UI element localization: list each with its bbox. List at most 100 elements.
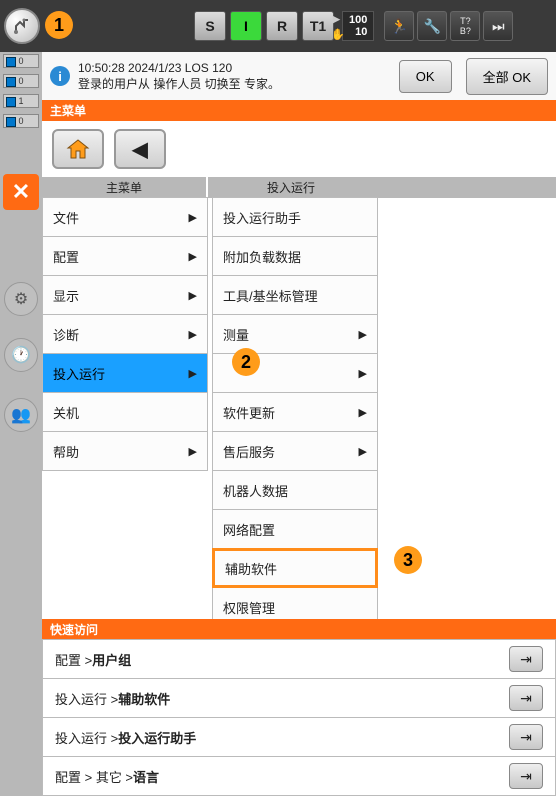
annotation-2: 2 [232,348,260,376]
mode-t1[interactable]: T1 [302,11,334,41]
mode-s[interactable]: S [194,11,226,41]
quick-prefix: 配置 > 其它 > [55,767,133,786]
mode-i[interactable]: I [230,11,262,41]
menu1-item-5[interactable]: 关机 [42,392,208,432]
chevron-right-icon: ▶ [359,367,367,380]
col-header-commission: 投入运行 [208,177,374,198]
menu-col-1: 文件▶配置▶显示▶诊断▶投入运行▶关机帮助▶ [42,198,208,619]
annotation-1: 1 [45,11,73,39]
info-text: 10:50:28 2024/1/23 LOS 120 登录的用户从 操作人员 切… [78,60,280,92]
quick-prefix: 投入运行 > [55,728,118,747]
menu2-label: 售后服务 [223,442,275,461]
quick-item-1[interactable]: 投入运行 > 辅助软件 ⇥ [42,678,556,718]
menu1-item-3[interactable]: 诊断 ▶ [42,314,208,354]
side-users-icon[interactable]: 👥 [4,398,38,432]
home-button[interactable] [52,129,104,169]
quick-label: 用户组 [92,650,131,669]
side-gear-icon[interactable]: ⚙ [4,282,38,316]
menu2-label: 工具/基坐标管理 [223,286,318,305]
menu2-item-9[interactable]: 辅助软件 [212,548,378,588]
side-slot-1[interactable]: 0 [3,74,39,88]
col-header-main: 主菜单 [42,177,208,198]
pin-icon[interactable]: ⇥ [509,685,543,711]
menu2-label: 投入运行助手 [223,208,301,227]
menu2-item-8[interactable]: 网络配置 [212,509,378,549]
tool-icon[interactable]: 🔧 [417,11,447,41]
chevron-right-icon: ▶ [189,367,197,380]
menu1-label: 诊断 [53,325,79,344]
menu1-label: 投入运行 [53,364,105,383]
menu2-item-7[interactable]: 机器人数据 [212,470,378,510]
speed-indicator[interactable]: 100 10 ✋ [342,11,374,41]
menu2-item-1[interactable]: 附加负载数据 [212,236,378,276]
close-button[interactable]: ✕ [3,174,39,210]
menu1-item-1[interactable]: 配置▶ [42,236,208,276]
info-bar: i 10:50:28 2024/1/23 LOS 120 登录的用户从 操作人员… [42,52,556,100]
skip-icon[interactable]: ⏭ [483,11,513,41]
back-button[interactable]: ◀ [114,129,166,169]
side-slot-2[interactable]: 1 [3,94,39,108]
side-clock-icon[interactable]: 🕐 [4,338,38,372]
menu2-item-2[interactable]: 工具/基坐标管理 [212,275,378,315]
pin-icon[interactable]: ⇥ [509,763,543,789]
menu1-item-6[interactable]: 帮助▶ [42,431,208,471]
menu1-label: 关机 [53,403,79,422]
robot-icon[interactable] [4,8,40,44]
chevron-right-icon: ▶ [359,328,367,341]
chevron-right-icon: ▶ [359,406,367,419]
info-message: 登录的用户从 操作人员 切换至 专家。 [78,76,280,92]
speed-bottom: 10 [355,26,367,38]
mode-r[interactable]: R [266,11,298,41]
mode-buttons: S I R T1 [194,11,334,41]
menu2-item-5[interactable]: 软件更新 ▶ [212,392,378,432]
chevron-right-icon: ▶ [189,289,197,302]
info-icon: i [50,66,70,86]
ok-button[interactable]: OK [399,60,452,93]
tb-status[interactable]: T? B? [450,11,480,41]
quick-prefix: 投入运行 > [55,689,118,708]
top-bar: S I R T1 100 10 ✋ 🏃 🔧 T? B? ⏭ [0,0,556,52]
toolbar: ◀ [42,121,556,177]
menu2-item-10[interactable]: 权限管理 [212,587,378,619]
menu2-label: 权限管理 [223,598,275,617]
menu2-label: 软件更新 [223,403,275,422]
menu1-item-0[interactable]: 文件 ▶ [42,197,208,237]
menu1-label: 显示 [53,286,79,305]
menu2-label: 辅助软件 [225,559,277,578]
quick-label: 语言 [133,767,159,786]
pin-icon[interactable]: ⇥ [509,646,543,672]
side-slot-3[interactable]: 0 [3,114,39,128]
quick-access-title: 快速访问 [42,619,556,640]
quick-item-0[interactable]: 配置 > 用户组⇥ [42,639,556,679]
run-icon[interactable]: 🏃 [384,11,414,41]
annotation-3: 3 [394,546,422,574]
side-slot-0[interactable]: 0 [3,54,39,68]
menu2-item-6[interactable]: 售后服务 ▶ [212,431,378,471]
menu-column-headers: 主菜单 投入运行 [42,177,556,198]
quick-item-3[interactable]: 配置 > 其它 > 语言 ⇥ [42,756,556,796]
menu1-label: 配置 [53,247,79,266]
quick-item-2[interactable]: 投入运行 > 投入运行助手⇥ [42,717,556,757]
quick-label: 辅助软件 [118,689,170,708]
main-panel: 主菜单 ◀ 主菜单 投入运行 文件▶配置▶显示▶诊断▶投入运行▶关机帮助▶ 投入… [42,100,556,796]
b-label: B? [460,26,471,36]
menu-col-2: 投入运行助手附加负载数据工具/基坐标管理测量▶▶软件更新▶售后服务▶机器人数据网… [212,198,378,619]
menu2-item-3[interactable]: 测量▶ [212,314,378,354]
all-ok-button[interactable]: 全部 OK [466,58,548,95]
quick-access-list: 配置 > 用户组⇥投入运行 > 辅助软件⇥投入运行 > 投入运行助手⇥配置 > … [42,640,556,796]
left-sidebar: 0 0 1 0 ✕ ⚙ 🕐 👥 [0,52,42,796]
chevron-right-icon: ▶ [359,445,367,458]
hand-icon: ✋ [331,29,345,41]
menu2-label: 机器人数据 [223,481,288,500]
panel-title: 主菜单 [42,100,556,121]
chevron-right-icon: ▶ [189,445,197,458]
speed-top: 100 [349,14,367,26]
info-timestamp: 10:50:28 2024/1/23 LOS 120 [78,61,232,75]
chevron-right-icon: ▶ [189,328,197,341]
chevron-right-icon: ▶ [189,211,197,224]
menu1-item-2[interactable]: 显示 ▶ [42,275,208,315]
menu1-label: 文件 [53,208,79,227]
menu2-item-0[interactable]: 投入运行助手 [212,197,378,237]
pin-icon[interactable]: ⇥ [509,724,543,750]
menu1-item-4[interactable]: 投入运行 ▶ [42,353,208,393]
